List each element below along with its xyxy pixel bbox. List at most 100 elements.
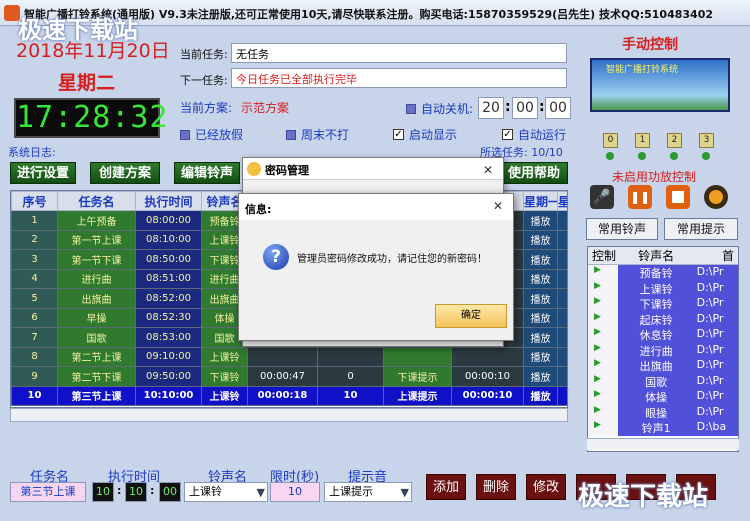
tip-sound-select[interactable]: 上课提示 ▼ [324, 482, 412, 502]
shutdown-minute[interactable]: 00 [512, 97, 538, 119]
table-cell [383, 346, 452, 367]
channel-3-toggle[interactable]: 3 [699, 133, 714, 148]
ring-list-item[interactable]: ▶ 预备铃 D:\Pr [588, 265, 738, 281]
ring-name-value: 上课铃 [189, 485, 222, 498]
table-cell: 第三节上课 [57, 385, 136, 406]
table-cell: 5 [11, 288, 58, 309]
ring-list-item[interactable]: ▶ 休息铃 D:\Pr [588, 327, 738, 343]
play-icon[interactable]: ▶ [588, 327, 618, 343]
auto-show-checkbox[interactable]: ✓ 启动显示 [393, 126, 457, 143]
close-icon[interactable]: ✕ [493, 199, 503, 213]
ring-item-name: 铃声1 [617, 420, 695, 436]
table-cell [557, 288, 567, 309]
table-cell: 08:50:00 [135, 249, 202, 270]
stop-button[interactable] [666, 185, 690, 209]
play-icon[interactable]: ▶ [588, 358, 618, 374]
table-cell [557, 327, 567, 348]
ring-item-path: D:\Pr [694, 342, 738, 358]
delete-button[interactable]: 删除 [476, 474, 516, 500]
next-task-field[interactable]: 今日任务已全部执行完毕 [231, 68, 567, 88]
play-icon[interactable]: ▶ [588, 404, 618, 420]
current-task-field[interactable]: 无任务 [231, 43, 567, 63]
ring-list-item[interactable]: ▶ 上课铃 D:\Pr [588, 280, 738, 296]
channel-0-indicator [606, 152, 614, 160]
ring-list-item[interactable]: ▶ 进行曲 D:\Pr [588, 342, 738, 358]
check-icon: ✓ [502, 129, 513, 140]
table-cell: 08:53:00 [135, 327, 202, 348]
ring-item-name: 出旗曲 [617, 358, 695, 374]
close-icon[interactable]: ✕ [483, 163, 493, 177]
ring-list-scrollbar[interactable] [587, 438, 739, 450]
column-header[interactable]: 执行时间 [135, 191, 202, 211]
holiday-checkbox[interactable]: 已经放假 [180, 126, 243, 143]
play-icon[interactable]: ▶ [588, 311, 618, 327]
play-icon[interactable]: ▶ [588, 265, 618, 281]
checkbox-icon [406, 103, 416, 114]
limit-input[interactable]: 10 [270, 482, 320, 502]
table-cell: 00:00:47 [247, 366, 318, 387]
channel-2-toggle[interactable]: 2 [667, 133, 682, 148]
common-tip-button[interactable]: 常用提示 [664, 218, 738, 240]
column-header[interactable]: 星期一 [523, 191, 558, 211]
ring-list-item[interactable]: ▶ 起床铃 D:\Pr [588, 311, 738, 327]
table-cell: 第一节下课 [57, 249, 136, 270]
edit-button[interactable]: 修改 [526, 474, 566, 500]
banner-image: 智能广播打铃系统 [590, 58, 730, 112]
ring-list-item[interactable]: ▶ 出旗曲 D:\Pr [588, 358, 738, 374]
table-horizontal-scrollbar[interactable] [10, 408, 568, 422]
play-icon[interactable]: ▶ [588, 296, 618, 312]
column-header[interactable]: 序号 [11, 191, 58, 211]
task-name-input[interactable]: 第三节上课 [10, 482, 86, 502]
auto-run-label: 自动运行 [518, 128, 567, 142]
ok-button[interactable]: 确定 [435, 304, 507, 328]
table-cell: 上午预备 [57, 210, 136, 231]
pause-button[interactable]: ❚❚ [628, 185, 652, 209]
help-button[interactable]: 使用帮助 [500, 162, 568, 184]
ring-name-select[interactable]: 上课铃 ▼ [184, 482, 268, 502]
table-row[interactable]: 9 第二节下课 09:50:00 下课铃 00:00:47 0 下课提示 00:00:10 播放 [11, 366, 567, 387]
exec-minute-input[interactable]: 10 [125, 482, 147, 502]
play-icon[interactable]: ▶ [588, 389, 618, 405]
digital-clock: 17:28:32 [14, 98, 168, 138]
power-button[interactable] [704, 185, 728, 209]
ring-item-name: 体操 [617, 389, 695, 405]
table-cell: 00:00:10 [451, 385, 524, 406]
settings-button[interactable]: 进行设置 [10, 162, 76, 184]
common-ring-button[interactable]: 常用铃声 [586, 218, 658, 240]
play-icon[interactable]: ▶ [588, 373, 618, 389]
microphone-button[interactable]: 🎤 [590, 185, 614, 209]
table-row[interactable]: 10 第三节上课 10:10:00 上课铃 00:00:18 10 上课提示 00:00:10… [11, 385, 567, 406]
weekend-checkbox[interactable]: 周末不打 [286, 126, 349, 143]
ring-list-item[interactable]: ▶ 铃声1 D:\ba [588, 420, 738, 436]
ring-list-item[interactable]: ▶ 体操 D:\Pr [588, 389, 738, 405]
table-cell: 播放 [523, 229, 558, 250]
edit-ring-button[interactable]: 编辑铃声 [174, 162, 240, 184]
ring-list-item[interactable]: ▶ 国歌 D:\Pr [588, 373, 738, 389]
channel-0-toggle[interactable]: 0 [603, 133, 618, 148]
table-cell [557, 366, 567, 387]
column-header[interactable]: 任务名 [57, 191, 136, 211]
ring-list-item[interactable]: ▶ 下课铃 D:\Pr [588, 296, 738, 312]
shutdown-second[interactable]: 00 [545, 97, 571, 119]
table-cell: 下课铃 [201, 366, 248, 387]
list-header-path: 首 [721, 249, 734, 263]
ring-item-path: D:\Pr [694, 358, 738, 374]
table-cell: 0 [317, 366, 384, 387]
table-row[interactable]: 8 第二节上课 09:10:00 上课铃 播放 [11, 346, 567, 367]
play-icon[interactable]: ▶ [588, 420, 618, 436]
auto-show-label: 启动显示 [409, 128, 458, 142]
column-header[interactable]: 星期 [557, 191, 567, 211]
exec-hour-input[interactable]: 10 [92, 482, 114, 502]
shutdown-hour[interactable]: 20 [478, 97, 504, 119]
weekday-display: 星期二 [58, 72, 116, 94]
exec-second-input[interactable]: 00 [159, 482, 181, 502]
play-icon[interactable]: ▶ [588, 342, 618, 358]
auto-run-checkbox[interactable]: ✓ 自动运行 [502, 126, 566, 143]
channel-1-toggle[interactable]: 1 [635, 133, 650, 148]
create-scheme-button[interactable]: 创建方案 [90, 162, 160, 184]
play-icon[interactable]: ▶ [588, 280, 618, 296]
info-message: 管理员密码修改成功，请记住您的新密码！ [297, 254, 487, 265]
auto-shutdown-checkbox[interactable]: 自动关机: [406, 100, 473, 117]
add-button[interactable]: 添加 [426, 474, 466, 500]
ring-list-item[interactable]: ▶ 眼操 D:\Pr [588, 404, 738, 420]
